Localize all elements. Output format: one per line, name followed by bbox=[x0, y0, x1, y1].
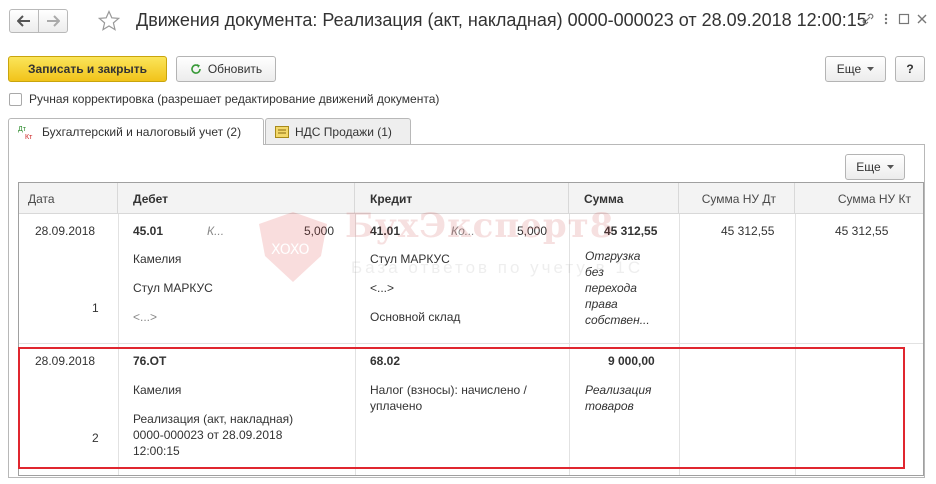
favorite-star-button[interactable] bbox=[97, 9, 121, 33]
debit-credit-icon: Дт Кт bbox=[18, 126, 33, 140]
credit-subconto-1: Налог (взносы): начислено / уплачено bbox=[370, 382, 527, 414]
icon-credit-text: Кт bbox=[25, 134, 33, 140]
debit-subconto-3: <...> bbox=[133, 310, 158, 324]
row-sum: 45 312,55 bbox=[604, 224, 658, 238]
content-line: перехода bbox=[585, 281, 637, 295]
postings-table[interactable]: Дата Дебет Кредит Сумма Сумма НУ Дт Сумм… bbox=[18, 182, 924, 476]
row-content: Реализация товаров bbox=[585, 382, 651, 414]
col-sum-header[interactable]: Сумма bbox=[569, 183, 679, 214]
close-icon[interactable] bbox=[916, 13, 928, 25]
content-line: без bbox=[585, 265, 604, 279]
debit-subconto-1: Камелия bbox=[133, 252, 182, 266]
tab-accounting[interactable]: Дт Кт Бухгалтерский и налоговый учет (2) bbox=[8, 118, 264, 145]
row-date: 28.09.2018 bbox=[35, 354, 96, 368]
back-button[interactable] bbox=[9, 9, 39, 33]
menu-dots-icon[interactable] bbox=[880, 13, 892, 25]
forward-button[interactable] bbox=[38, 9, 68, 33]
debit-subconto-2: Стул МАРКУС bbox=[133, 281, 213, 295]
row-sum: 9 000,00 bbox=[608, 354, 655, 368]
credit-qty-label: Ко... bbox=[451, 224, 475, 238]
refresh-label: Обновить bbox=[207, 62, 263, 76]
col-credit-header[interactable]: Кредит bbox=[355, 183, 569, 214]
manual-correction-label: Ручная корректировка (разрешает редактир… bbox=[29, 92, 440, 106]
chevron-down-icon bbox=[886, 164, 894, 169]
col-divider bbox=[118, 214, 119, 475]
col-divider bbox=[795, 214, 796, 475]
page-title: Движения документа: Реализация (акт, нак… bbox=[136, 10, 867, 30]
more-label: Еще bbox=[836, 62, 862, 76]
manual-correction-row: Ручная корректировка (разрешает редактир… bbox=[9, 92, 439, 106]
register-icon bbox=[275, 125, 289, 138]
debit-subconto-2-line: Реализация (акт, накладная) bbox=[133, 412, 294, 426]
debit-qty: 5,000 bbox=[304, 224, 335, 238]
credit-account: 41.01 bbox=[370, 224, 401, 238]
credit-account: 68.02 bbox=[370, 354, 401, 368]
content-line: права bbox=[585, 297, 618, 311]
save-and-close-button[interactable]: Записать и закрыть bbox=[8, 56, 167, 82]
arrow-left-icon bbox=[17, 15, 30, 27]
refresh-icon bbox=[191, 64, 201, 74]
content-line: Отгрузка bbox=[585, 249, 641, 263]
tab-accounting-label: Бухгалтерский и налоговый учет (2) bbox=[42, 125, 242, 139]
debit-qty-label: К... bbox=[207, 224, 225, 238]
debit-subconto-2: Реализация (акт, накладная) 0000-000023 … bbox=[133, 411, 293, 459]
credit-subconto-2: <...> bbox=[370, 281, 395, 295]
debit-subconto-2-line: 0000-000023 от 28.09.2018 bbox=[133, 428, 283, 442]
grid-more-button[interactable]: Еще bbox=[845, 154, 905, 180]
col-debit-header[interactable]: Дебет bbox=[118, 183, 355, 214]
debit-subconto-1: Камелия bbox=[133, 383, 182, 397]
row-date: 28.09.2018 bbox=[35, 224, 96, 238]
col-divider bbox=[355, 214, 356, 475]
credit-subconto-1-line: Налог (взносы): начислено / bbox=[370, 383, 527, 397]
row-separator bbox=[19, 343, 923, 344]
col-divider bbox=[679, 214, 680, 475]
debit-subconto-2-line: 12:00:15 bbox=[133, 444, 180, 458]
link-icon[interactable] bbox=[862, 13, 874, 25]
refresh-button[interactable]: Обновить bbox=[176, 56, 276, 82]
title-bar: Движения документа: Реализация (акт, нак… bbox=[0, 0, 936, 44]
col-divider bbox=[569, 214, 570, 475]
row-sum-nu-dt: 45 312,55 bbox=[721, 224, 775, 238]
arrow-right-icon bbox=[47, 15, 60, 27]
tab-vat-sales[interactable]: НДС Продажи (1) bbox=[265, 118, 411, 144]
window-controls bbox=[862, 13, 928, 25]
credit-subconto-1: Стул МАРКУС bbox=[370, 252, 450, 266]
credit-subconto-3: Основной склад bbox=[370, 310, 461, 324]
manual-correction-checkbox[interactable] bbox=[9, 92, 22, 106]
chevron-down-icon bbox=[867, 66, 875, 71]
help-button[interactable]: ? bbox=[895, 56, 925, 82]
row-sum-nu-kt: 45 312,55 bbox=[835, 224, 889, 238]
grid-more-label: Еще bbox=[856, 160, 881, 174]
credit-qty: 5,000 bbox=[517, 224, 548, 238]
col-date-header[interactable]: Дата bbox=[19, 183, 118, 214]
col-sum-nu-dt-header[interactable]: Сумма НУ Дт bbox=[679, 183, 795, 214]
more-button[interactable]: Еще bbox=[825, 56, 886, 82]
maximize-icon[interactable] bbox=[898, 13, 910, 25]
row-content: Отгрузка без перехода права собствен... bbox=[585, 248, 650, 328]
credit-subconto-1-line: уплачено bbox=[370, 399, 423, 413]
debit-account: 45.01 bbox=[133, 224, 164, 238]
icon-debit-text: Дт bbox=[18, 126, 27, 133]
debit-account: 76.ОТ bbox=[133, 354, 167, 368]
row-number: 2 bbox=[92, 431, 99, 445]
col-sum-nu-kt-header[interactable]: Сумма НУ Кт bbox=[795, 183, 923, 214]
content-line: собствен... bbox=[585, 313, 650, 327]
star-icon bbox=[98, 10, 120, 31]
tab-vat-sales-label: НДС Продажи (1) bbox=[295, 124, 392, 139]
content-line: Реализация bbox=[585, 383, 652, 397]
table-header: Дата Дебет Кредит Сумма Сумма НУ Дт Сумм… bbox=[19, 183, 923, 214]
row-number: 1 bbox=[92, 301, 99, 315]
content-line: товаров bbox=[585, 399, 634, 413]
